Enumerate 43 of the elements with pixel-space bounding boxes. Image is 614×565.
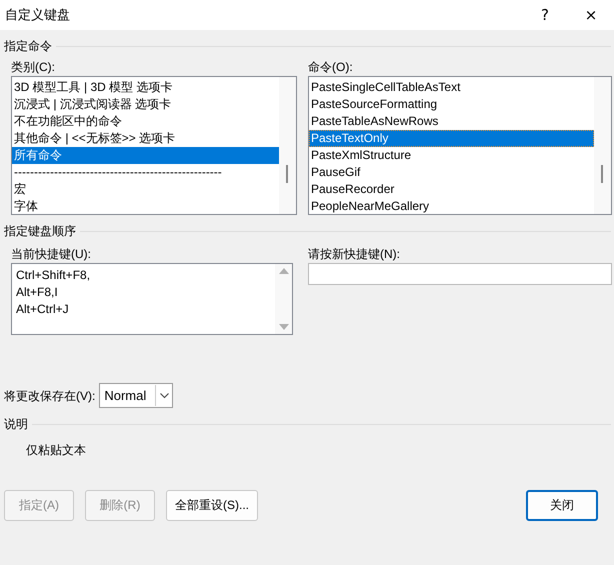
command-item[interactable]: PeopleNearMeGallery [309,198,594,214]
scroll-up-icon [278,268,288,274]
chevron-down-icon [160,392,169,398]
command-item[interactable]: PasteXmlStructure [309,147,594,164]
field-label: 将更改保存在(V): [4,388,96,404]
scrollbar-thumb[interactable] [286,165,288,183]
field-label: 请按新快捷键(N): [308,246,401,263]
scroll-down-icon [278,324,288,330]
category-item[interactable]: 3D 模型工具 | 3D 模型 选项卡 [12,79,279,96]
category-item[interactable]: 宏 [12,181,279,198]
save-dropdown[interactable]: Normal [99,383,174,408]
field-label: 当前快捷键(U): [11,246,92,263]
command-item[interactable]: PasteSingleCellTableAsText [309,79,594,96]
category-item[interactable]: 字体 [12,198,279,214]
category-item[interactable]: 不在功能区中的命令 [12,113,279,130]
command-item[interactable]: PauseGif [309,164,594,181]
help-button[interactable]: ? [522,0,568,30]
command-item[interactable]: PasteTextOnly [309,130,594,147]
shortcut-list[interactable]: Ctrl+Shift+F8, Alt+F8,I Alt+Ctrl+J [11,263,293,335]
category-item[interactable]: 沉浸式 | 沉浸式阅读器 选项卡 [12,96,279,113]
dialog-button[interactable]: 关闭 [526,490,598,521]
category-item[interactable]: 所有命令 [12,147,279,164]
window-title: 自定义键盘 [5,6,70,24]
shortcut-input[interactable] [308,263,612,285]
command-item[interactable]: PauseRecorder [309,181,594,198]
shortcut-item[interactable]: Alt+F8,I [14,284,275,301]
list-box[interactable]: PasteSingleCellTableAsText PasteSourceFormatting PasteTableAsNewRows PasteTextOnly PasteXmlStructure PauseGif PauseRecorder PeopleNearMeGallery [308,76,612,215]
scrollbar-thumb[interactable] [601,165,603,183]
dialog-button[interactable]: 全部重设(S)... [166,490,258,521]
category-item[interactable]: ---------------------------------------------------- [12,164,279,181]
shortcut-item[interactable]: Ctrl+Shift+F8, [14,267,275,284]
field-label: 命令(O): [308,59,354,76]
description-text: 仅粘贴文本 [26,442,87,459]
list-box[interactable]: 3D 模型工具 | 3D 模型 选项卡 沉浸式 | 沉浸式阅读器 选项卡 不在功能区中的命令 其他命令 | <<无标签>> 选项卡 所有命令 ---------------------------------------------------- 宏 字体 [11,76,297,215]
group-title: 指定命令 [4,38,53,54]
category-item[interactable]: 其他命令 | <<无标签>> 选项卡 [12,130,279,147]
group-title: 指定键盘顺序 [4,222,77,240]
command-item[interactable]: PasteSourceFormatting [309,96,594,113]
field-label: 类别(C): [11,59,56,76]
group-title: 说明 [4,416,29,432]
shortcut-item[interactable]: Alt+Ctrl+J [14,301,275,318]
close-button[interactable]: × [568,0,614,30]
command-item[interactable]: PasteTableAsNewRows [309,113,594,130]
